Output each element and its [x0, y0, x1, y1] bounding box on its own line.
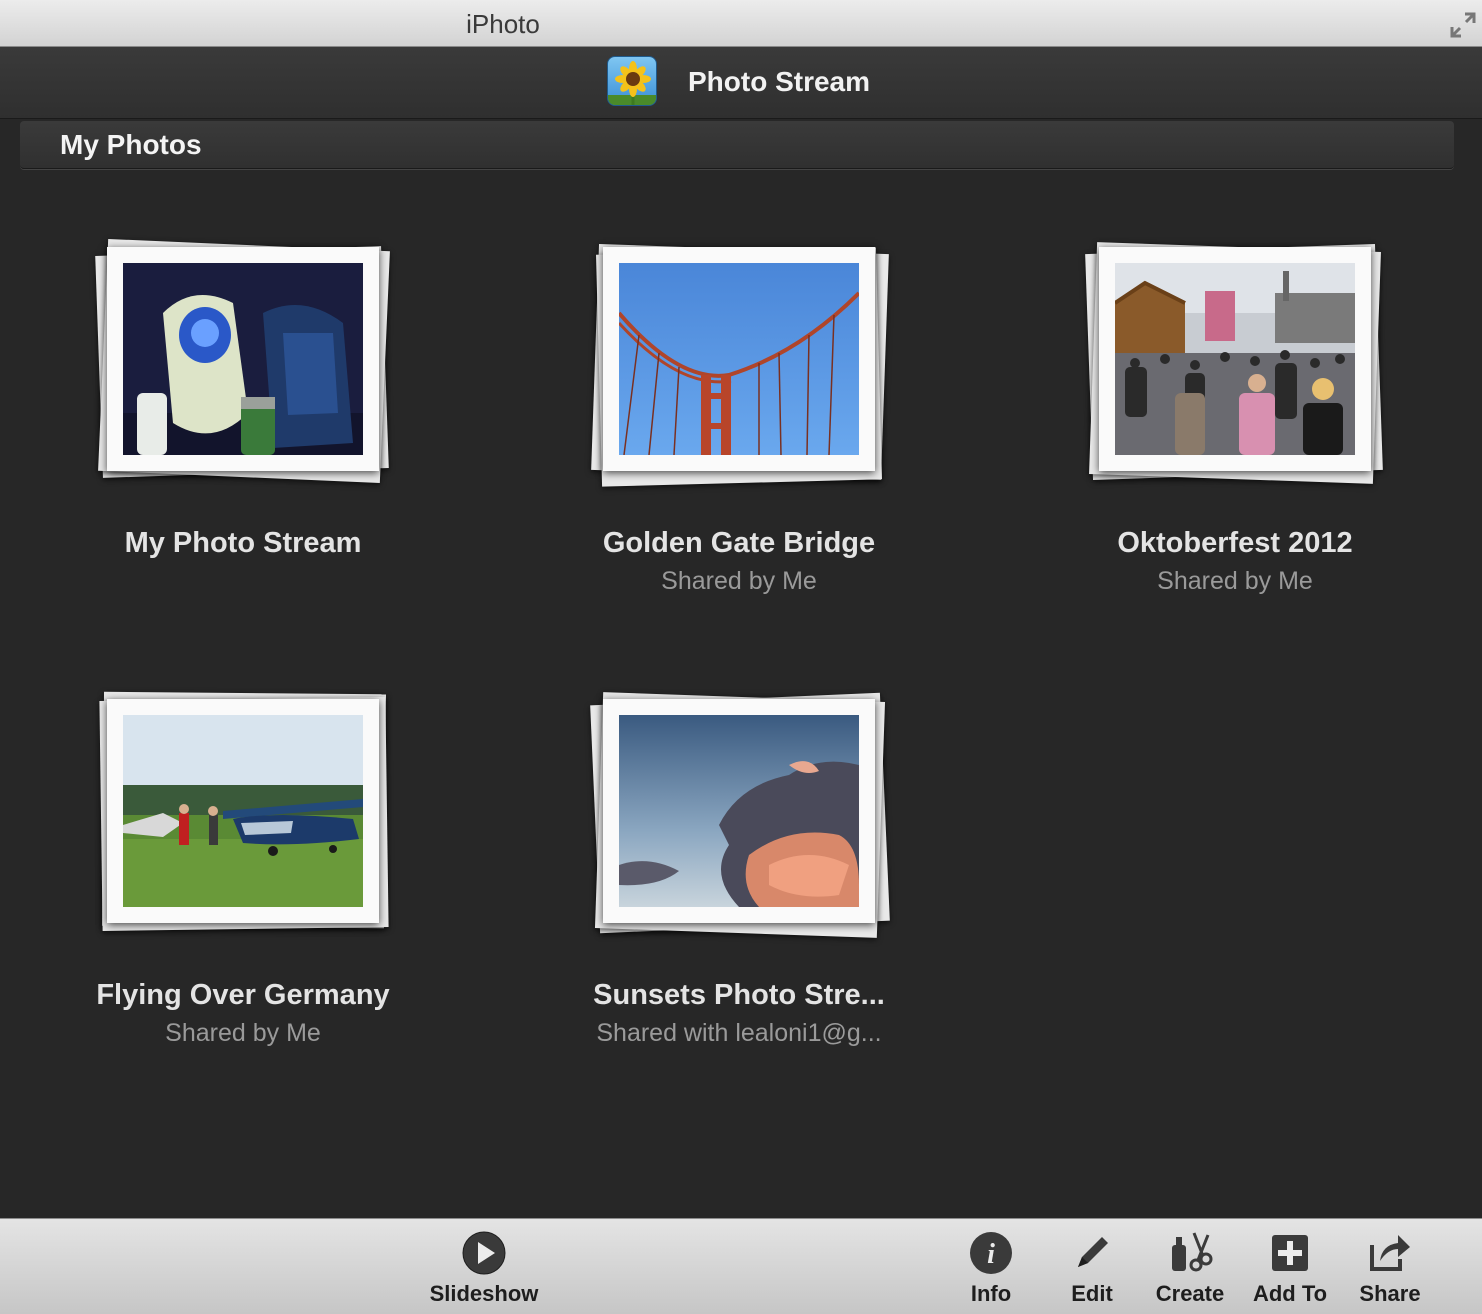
cover-photo-airplane [123, 715, 363, 907]
album-oktoberfest-2012[interactable]: Oktoberfest 2012 Shared by Me [1025, 233, 1445, 653]
slideshow-label: Slideshow [429, 1281, 539, 1306]
info-label: Info [970, 1281, 1012, 1306]
album-cover [107, 247, 379, 471]
edit-label: Edit [1071, 1281, 1113, 1306]
album-cover [1099, 247, 1371, 471]
window-titlebar: iPhoto [0, 0, 1482, 47]
cover-photo-sunset-clouds [619, 715, 859, 907]
album-title: My Photo Stream [124, 527, 362, 559]
album-flying-over-germany[interactable]: Flying Over Germany Shared by Me [33, 685, 453, 1105]
album-cover [603, 247, 875, 471]
info-button[interactable]: i Info [942, 1219, 1040, 1314]
fullscreen-icon[interactable] [1448, 10, 1478, 40]
sunflower-icon [607, 56, 657, 106]
share-label: Share [1359, 1281, 1421, 1306]
album-subtitle: Shared by Me [165, 1019, 321, 1047]
create-button[interactable]: Create [1140, 1219, 1240, 1314]
album-stack [589, 685, 890, 945]
album-title: Flying Over Germany [96, 979, 390, 1011]
svg-text:i: i [987, 1239, 995, 1270]
info-icon: i [967, 1229, 1015, 1277]
album-subtitle: Shared by Me [1157, 567, 1313, 595]
add-to-label: Add To [1252, 1281, 1328, 1306]
album-title: Golden Gate Bridge [602, 527, 876, 559]
album-title: Sunsets Photo Stre... [593, 979, 885, 1011]
pencil-icon [1068, 1229, 1116, 1277]
slideshow-button[interactable]: Slideshow [414, 1219, 554, 1314]
album-cover [603, 699, 875, 923]
album-my-photo-stream[interactable]: My Photo Stream [33, 233, 453, 653]
photo-stream-header: Photo Stream [0, 47, 1482, 119]
album-stack [589, 233, 889, 493]
album-sunsets-photo-stream[interactable]: Sunsets Photo Stre... Shared with lealon… [529, 685, 949, 1105]
cover-photo-bridge [619, 263, 859, 455]
cover-photo-oktoberfest [1115, 263, 1355, 455]
album-stack [93, 685, 393, 945]
album-stack [93, 233, 393, 493]
album-subtitle: Shared with lealoni1@g... [596, 1019, 882, 1047]
scissors-glue-icon [1166, 1229, 1214, 1277]
album-subtitle: Shared by Me [661, 567, 817, 595]
create-label: Create [1155, 1281, 1225, 1306]
edit-button[interactable]: Edit [1042, 1219, 1142, 1314]
window-title: iPhoto [466, 9, 540, 39]
album-title: Oktoberfest 2012 [1117, 527, 1353, 559]
cover-photo-hydration-packs [123, 263, 363, 455]
page-title: Photo Stream [688, 66, 871, 97]
share-button[interactable]: Share [1340, 1219, 1440, 1314]
section-title: My Photos [60, 129, 202, 160]
share-icon [1366, 1229, 1414, 1277]
album-cover [107, 699, 379, 923]
album-golden-gate-bridge[interactable]: Golden Gate Bridge Shared by Me [529, 233, 949, 653]
section-header: My Photos [20, 121, 1454, 169]
add-icon [1266, 1229, 1314, 1277]
album-stack [1085, 233, 1385, 493]
add-to-button[interactable]: Add To [1240, 1219, 1340, 1314]
play-icon [460, 1229, 508, 1277]
bottom-toolbar: Slideshow i Info Edit Create Add To Shar… [0, 1218, 1482, 1314]
